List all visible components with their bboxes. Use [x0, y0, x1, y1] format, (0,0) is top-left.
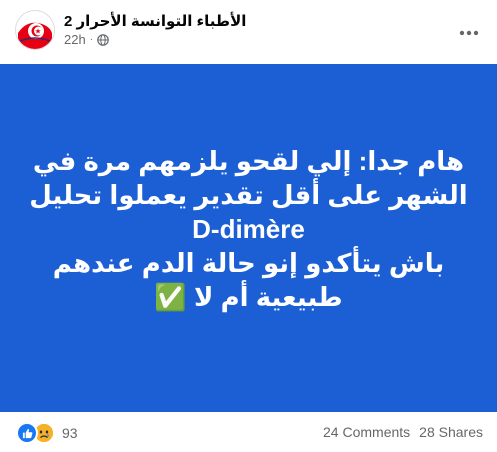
- post-text-line: باش يتأكدو إنو حالة الدم عندهم: [52, 248, 445, 278]
- page-avatar[interactable]: [15, 10, 55, 50]
- meta-separator: ·: [89, 34, 94, 45]
- post-meta: 22h ·: [64, 32, 109, 47]
- post-content-card[interactable]: هام جدا: إلي لقحو يلزمهم مرة في الشهر عل…: [0, 64, 497, 412]
- shares-count-link[interactable]: 28 Shares: [419, 424, 483, 440]
- reactions-summary[interactable]: 93: [16, 422, 78, 444]
- more-dots-icon: [459, 23, 479, 41]
- post-timestamp[interactable]: 22h: [64, 32, 86, 47]
- post-text-line: الشهر على أقل تقدير يعملوا تحليل: [29, 180, 468, 210]
- comments-count-link[interactable]: 24 Comments: [323, 424, 410, 440]
- post-text-line: طبيعية أم لا ✅: [154, 282, 343, 312]
- more-options-button[interactable]: [451, 14, 487, 50]
- like-icon: [16, 422, 38, 444]
- post-header: الأطباء التوانسة الأحرار 2 22h ·: [0, 0, 497, 64]
- post-footer: 93 24 Comments 28 Shares: [0, 412, 497, 452]
- facebook-post: الأطباء التوانسة الأحرار 2 22h · هام جدا…: [0, 0, 497, 452]
- globe-icon[interactable]: [97, 33, 109, 46]
- post-text-line: D-dimère: [192, 214, 305, 244]
- engagement-stats: 24 Comments 28 Shares: [323, 424, 483, 440]
- page-name[interactable]: الأطباء التوانسة الأحرار 2: [64, 12, 246, 30]
- post-text-line: هام جدا: إلي لقحو يلزمهم مرة في: [32, 146, 465, 176]
- post-text: هام جدا: إلي لقحو يلزمهم مرة في الشهر عل…: [0, 144, 497, 314]
- reaction-count: 93: [62, 425, 78, 441]
- tunisia-flag-logo-icon: [16, 11, 54, 49]
